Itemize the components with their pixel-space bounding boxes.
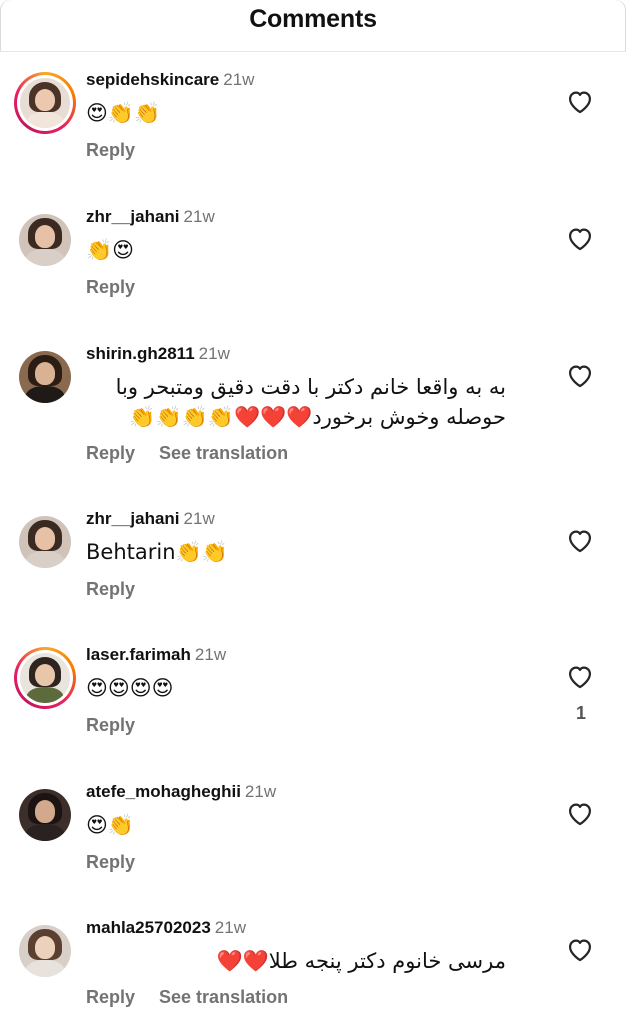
- avatar-image: [20, 78, 70, 128]
- comment-text: 😍👏👏: [86, 101, 161, 125]
- comment-actions: Reply See translation: [86, 441, 546, 465]
- reply-button[interactable]: Reply: [86, 715, 135, 735]
- comment-text: 😍😍😍😍: [86, 676, 174, 700]
- comment-actions: Reply: [86, 713, 546, 737]
- reply-button[interactable]: Reply: [86, 852, 135, 872]
- comment-text: مرسی خانوم دکتر پنجه طلا❤️❤️: [216, 949, 506, 973]
- comment-content: zhr__jahani 21w Behtarin👏👏 Reply: [86, 507, 546, 601]
- comment-meta: mahla25702023 21w: [86, 916, 546, 940]
- comment-actions: Reply: [86, 138, 546, 162]
- timestamp: 21w: [244, 782, 277, 801]
- comment-meta: sepidehskincare 21w: [86, 68, 546, 92]
- username[interactable]: laser.farimah: [86, 645, 191, 664]
- like-count: 1: [575, 703, 586, 723]
- avatar-image: [19, 925, 71, 977]
- timestamp: 21w: [214, 918, 246, 937]
- avatar[interactable]: [14, 72, 76, 134]
- heart-outline-icon: [566, 666, 594, 693]
- username[interactable]: zhr__jahani: [86, 509, 180, 528]
- heart-outline-icon: [566, 803, 594, 830]
- timestamp: 21w: [194, 645, 227, 664]
- comment-meta: laser.farimah 21w: [86, 643, 546, 667]
- comment-item: zhr__jahani 21w Behtarin👏👏 Reply: [0, 497, 626, 633]
- reply-button[interactable]: Reply: [86, 443, 135, 463]
- heart-outline-icon: [566, 530, 594, 557]
- comment-content: mahla25702023 21w مرسی خانوم دکتر پنجه طلا…: [86, 916, 546, 1009]
- avatar[interactable]: [14, 511, 76, 573]
- like-button[interactable]: [566, 527, 596, 555]
- comment-actions: Reply See translation: [86, 985, 546, 1009]
- comment-meta: zhr__jahani 21w: [86, 205, 546, 229]
- reply-button[interactable]: Reply: [86, 579, 135, 599]
- comment-item: zhr__jahani 21w 👏😍 Reply: [0, 195, 626, 331]
- timestamp: 21w: [223, 70, 255, 89]
- heart-outline-icon: [566, 939, 594, 966]
- username[interactable]: shirin.gh2811: [86, 344, 195, 363]
- comment-item: shirin.gh2811 21w به به واقعا خانم دکتر با…: [0, 332, 626, 468]
- username[interactable]: atefe_mohagheghii: [86, 782, 241, 801]
- like-button[interactable]: [566, 936, 596, 964]
- avatar[interactable]: [14, 920, 76, 982]
- like-button[interactable]: [566, 362, 596, 390]
- comment-meta: zhr__jahani 21w: [86, 507, 546, 531]
- timestamp: 21w: [183, 207, 215, 226]
- heart-outline-icon: [566, 365, 594, 392]
- like-button[interactable]: [566, 225, 596, 253]
- comment-text: 👏😍: [86, 238, 135, 262]
- like-button[interactable]: [566, 800, 596, 828]
- username[interactable]: sepidehskincare: [86, 70, 219, 89]
- see-translation-button[interactable]: See translation: [159, 987, 288, 1007]
- username[interactable]: zhr__jahani: [86, 207, 180, 226]
- like-button[interactable]: [566, 88, 596, 116]
- avatar-image: [20, 653, 70, 703]
- comment-text: به به واقعا خانم دکتر با دقت دقیق ومتبحر…: [115, 375, 506, 429]
- comment-item: sepidehskincare 21w 😍👏👏 Reply: [0, 58, 626, 194]
- reply-button[interactable]: Reply: [86, 140, 135, 160]
- avatar-image: [19, 789, 71, 841]
- comment-actions: Reply: [86, 850, 546, 874]
- avatar[interactable]: [14, 784, 76, 846]
- comment-text: Behtarin👏👏: [86, 540, 228, 564]
- heart-outline-icon: [566, 91, 594, 118]
- page-title: Comments: [249, 5, 377, 33]
- reply-button[interactable]: Reply: [86, 277, 135, 297]
- avatar-image: [19, 516, 71, 568]
- heart-outline-icon: [566, 228, 594, 255]
- see-translation-button[interactable]: See translation: [159, 443, 288, 463]
- comment-meta: shirin.gh2811 21w: [86, 342, 546, 366]
- comment-item: laser.farimah 21w 😍😍😍😍 Reply 1: [0, 633, 626, 769]
- username[interactable]: mahla25702023: [86, 918, 211, 937]
- comment-content: zhr__jahani 21w 👏😍 Reply: [86, 205, 546, 299]
- timestamp: 21w: [198, 344, 230, 363]
- comment-content: shirin.gh2811 21w به به واقعا خانم دکتر با…: [86, 342, 546, 465]
- comment-item: mahla25702023 21w مرسی خانوم دکتر پنجه طلا…: [0, 906, 626, 1024]
- like-button[interactable]: [566, 663, 596, 691]
- comment-text: 😍👏: [86, 813, 135, 837]
- comment-content: sepidehskincare 21w 😍👏👏 Reply: [86, 68, 546, 162]
- comment-content: laser.farimah 21w 😍😍😍😍 Reply: [86, 643, 546, 737]
- timestamp: 21w: [183, 509, 215, 528]
- comment-meta: atefe_mohagheghii 21w: [86, 780, 546, 804]
- comment-item: atefe_mohagheghii 21w 😍👏 Reply: [0, 770, 626, 906]
- comment-actions: Reply: [86, 577, 546, 601]
- comments-header: Comments: [0, 0, 626, 52]
- avatar[interactable]: [14, 346, 76, 408]
- avatar-image: [19, 214, 71, 266]
- avatar-image: [19, 351, 71, 403]
- comment-content: atefe_mohagheghii 21w 😍👏 Reply: [86, 780, 546, 874]
- avatar[interactable]: [14, 647, 76, 709]
- reply-button[interactable]: Reply: [86, 987, 135, 1007]
- comment-actions: Reply: [86, 275, 546, 299]
- avatar[interactable]: [14, 209, 76, 271]
